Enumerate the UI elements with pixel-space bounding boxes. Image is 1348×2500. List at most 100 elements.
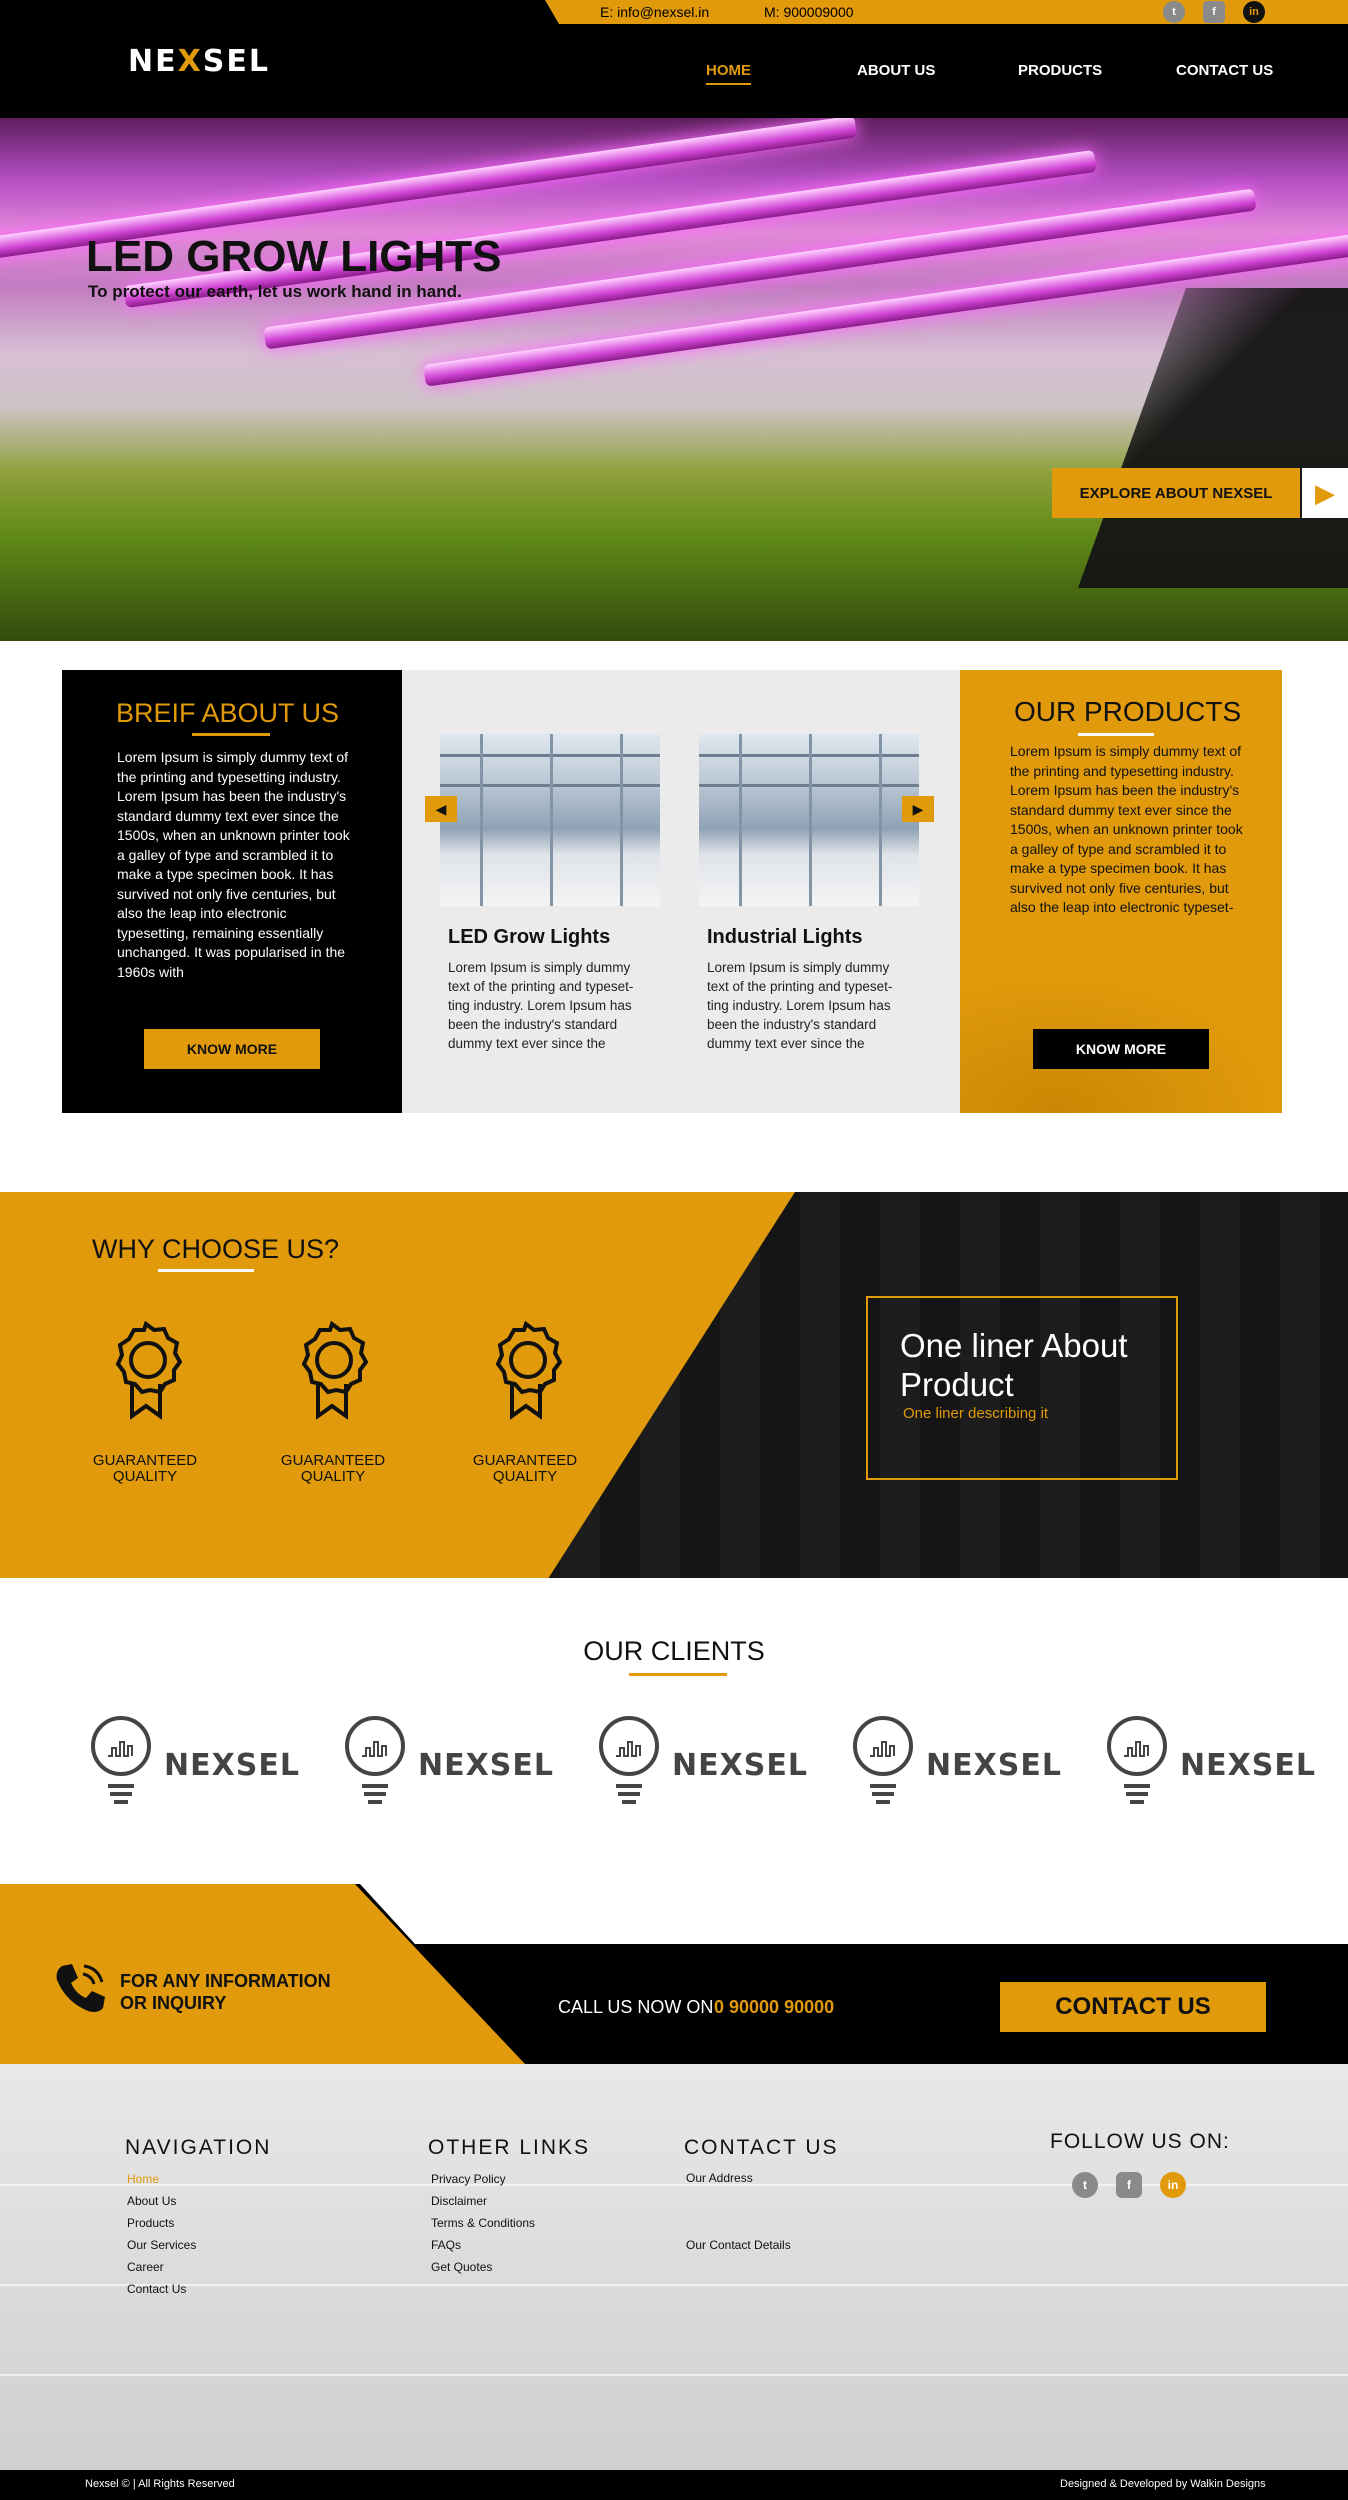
our-products-underline: [1078, 733, 1154, 736]
image-column: [739, 734, 742, 906]
explore-button[interactable]: EXPLORE ABOUT NEXSEL: [1052, 468, 1300, 518]
client-name: NEXSEL: [418, 1748, 554, 1783]
client-logo[interactable]: NEXSEL: [342, 1716, 553, 1808]
footer-contact-title: CONTACT US: [684, 2136, 839, 2159]
nav-about[interactable]: ABOUT US: [857, 62, 935, 79]
footer-texture: [0, 2284, 1348, 2286]
nav-contact[interactable]: CONTACT US: [1176, 62, 1273, 79]
logo-part-x: X: [177, 44, 203, 79]
phone-icon: [56, 1964, 105, 2012]
footer: [0, 2064, 1348, 2470]
hero-title: LED GROW LIGHTS: [86, 232, 502, 281]
footer-link[interactable]: FAQs: [431, 2238, 461, 2252]
image-column: [620, 734, 623, 906]
cta-info-line2: OR INQUIRY: [120, 1993, 227, 2013]
about-text: Lorem Ipsum is simply dummy text of the …: [117, 749, 350, 980]
product-text: Lorem Ipsum is simply dummy text of the …: [448, 960, 634, 1051]
footer-follow-title: FOLLOW US ON:: [1050, 2130, 1230, 2153]
footer-link[interactable]: Home: [127, 2172, 159, 2186]
award-badge-icon: [495, 1320, 562, 1420]
topbar-phone[interactable]: M: 900009000: [764, 4, 854, 20]
client-logo[interactable]: NEXSEL: [850, 1716, 1061, 1808]
why-title-underline: [158, 1269, 254, 1272]
clients-title-underline: [629, 1673, 727, 1676]
logo-part-a: NE: [128, 44, 178, 79]
products-know-more-button[interactable]: KNOW MORE: [1033, 1029, 1209, 1069]
linkedin-icon[interactable]: in: [1243, 1, 1265, 23]
product-name[interactable]: Industrial Lights: [707, 926, 863, 949]
footer-link[interactable]: Products: [127, 2216, 174, 2230]
footer-link[interactable]: Contact Us: [127, 2282, 186, 2296]
chevron-left-icon[interactable]: ◀: [425, 796, 457, 822]
logo-part-b: SEL: [202, 44, 270, 79]
topbar-email[interactable]: E: info@nexsel.in: [600, 4, 709, 20]
hero-banner: [0, 118, 1348, 641]
designer-credit[interactable]: Designed & Developed by Walkin Designs: [1060, 2478, 1266, 2490]
our-products-title: OUR PRODUCTS: [1014, 696, 1242, 727]
twitter-icon[interactable]: t: [1163, 1, 1185, 23]
cta-info-line1: FOR ANY INFORMATION: [120, 1971, 331, 1991]
footer-other-title: OTHER LINKS: [428, 2136, 591, 2159]
chevron-right-icon[interactable]: ▶: [902, 796, 934, 822]
nav-home[interactable]: HOME: [706, 62, 751, 85]
footer-nav-title: NAVIGATION: [125, 2136, 272, 2159]
footer-link[interactable]: Privacy Policy: [431, 2172, 506, 2186]
footer-address: Our Address: [686, 2171, 753, 2185]
nav-products[interactable]: PRODUCTS: [1018, 62, 1102, 79]
about-title-underline: [192, 733, 270, 736]
client-name: NEXSEL: [164, 1748, 300, 1783]
client-logo[interactable]: NEXSEL: [88, 1716, 299, 1808]
product-text: Lorem Ipsum is simply dummy text of the …: [707, 960, 893, 1051]
footer-link[interactable]: Disclaimer: [431, 2194, 487, 2208]
image-column: [879, 734, 882, 906]
badge-label: GUARANTEED QUALITY: [280, 1452, 386, 1485]
award-badge-icon: [115, 1320, 182, 1420]
one-liner-subtitle: One liner describing it: [903, 1405, 1049, 1422]
badge-label: GUARANTEED QUALITY: [92, 1452, 198, 1485]
footer-texture: [0, 2184, 1348, 2186]
product-image[interactable]: [699, 734, 919, 906]
award-badge-icon: [301, 1320, 368, 1420]
client-logo[interactable]: NEXSEL: [596, 1716, 807, 1808]
twitter-icon[interactable]: t: [1072, 2172, 1098, 2198]
hero-subtitle: To protect our earth, let us work hand i…: [88, 282, 462, 301]
copyright-text: Nexsel © | All Rights Reserved: [85, 2478, 235, 2490]
call-number[interactable]: 0 90000 90000: [714, 1997, 834, 2018]
footer-link[interactable]: Our Services: [127, 2238, 196, 2252]
contact-us-button[interactable]: CONTACT US: [1000, 1982, 1266, 2032]
badge-label: GUARANTEED QUALITY: [472, 1452, 578, 1485]
bulb-logo-icon: [599, 1716, 659, 1804]
call-now-label: CALL US NOW ON: [558, 1997, 714, 2017]
client-name: NEXSEL: [926, 1748, 1062, 1783]
linkedin-icon[interactable]: in: [1160, 2172, 1186, 2198]
our-products-text: Lorem Ipsum is simply dummy text of the …: [1010, 743, 1243, 915]
product-name[interactable]: LED Grow Lights: [448, 926, 610, 949]
bulb-logo-icon: [1107, 1716, 1167, 1804]
footer-texture: [0, 2374, 1348, 2376]
facebook-icon[interactable]: f: [1116, 2172, 1142, 2198]
bulb-logo-icon: [853, 1716, 913, 1804]
image-column: [480, 734, 483, 906]
one-liner-title: One liner About Product: [900, 1327, 1128, 1403]
why-title: WHY CHOOSE US?: [92, 1234, 340, 1264]
image-column: [809, 734, 812, 906]
product-image[interactable]: [440, 734, 660, 906]
bulb-logo-icon: [345, 1716, 405, 1804]
logo[interactable]: NEXSEL: [128, 44, 270, 79]
client-name: NEXSEL: [672, 1748, 808, 1783]
clients-title: OUR CLIENTS: [583, 1636, 765, 1666]
play-arrow-icon[interactable]: ▶: [1302, 468, 1348, 518]
bulb-logo-icon: [91, 1716, 151, 1804]
image-column: [550, 734, 553, 906]
cta-info-text: FOR ANY INFORMATION OR INQUIRY: [120, 1970, 331, 2014]
footer-link[interactable]: About Us: [127, 2194, 176, 2208]
footer-link[interactable]: Get Quotes: [431, 2260, 492, 2274]
client-logo[interactable]: NEXSEL: [1104, 1716, 1315, 1808]
facebook-icon[interactable]: f: [1203, 1, 1225, 23]
about-know-more-button[interactable]: KNOW MORE: [144, 1029, 320, 1069]
footer-contact-details: Our Contact Details: [686, 2238, 791, 2252]
client-name: NEXSEL: [1180, 1748, 1316, 1783]
about-title: BREIF ABOUT US: [116, 698, 340, 728]
footer-link[interactable]: Career: [127, 2260, 164, 2274]
footer-link[interactable]: Terms & Conditions: [431, 2216, 535, 2230]
